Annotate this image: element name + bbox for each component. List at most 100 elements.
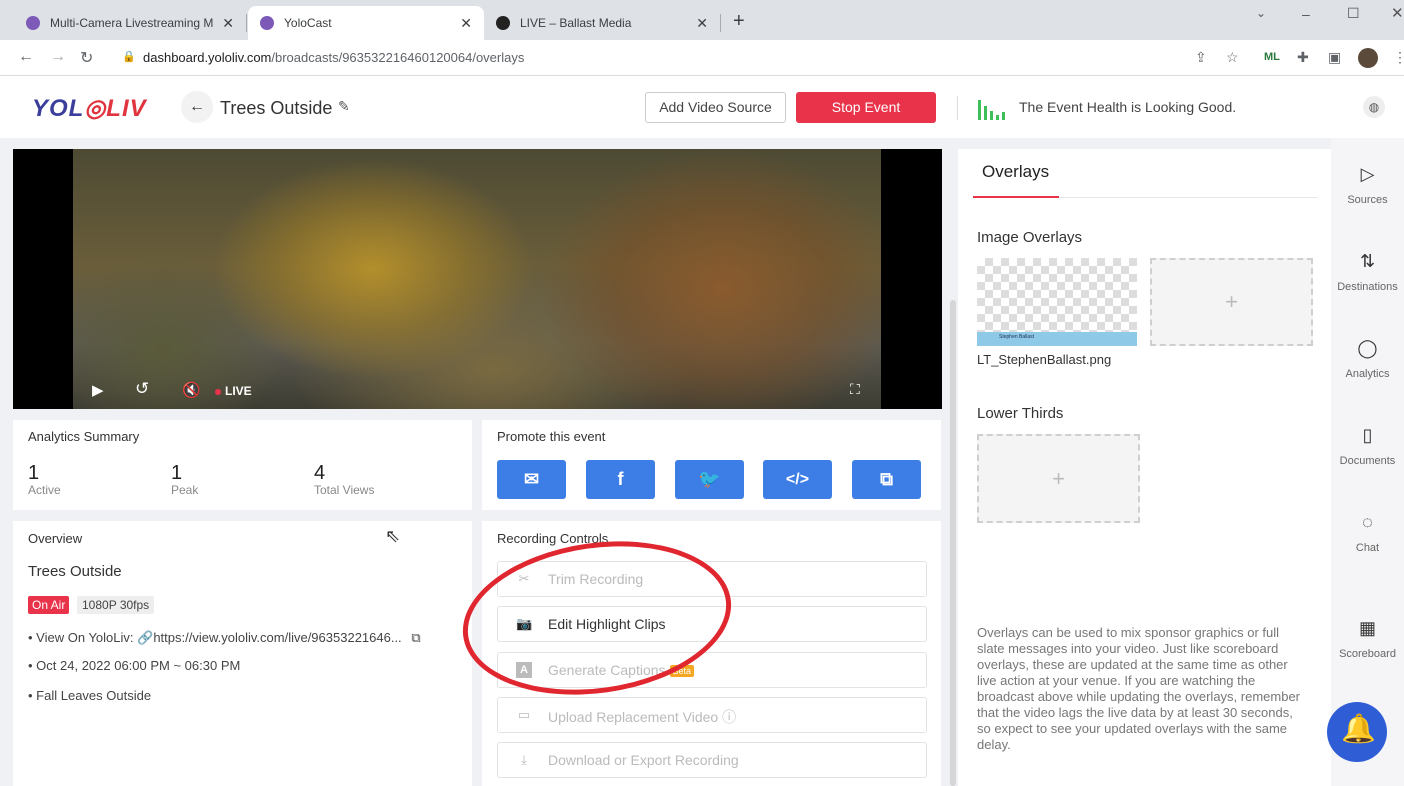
image-overlay-thumbnail[interactable]: Stephen Ballast: [977, 258, 1137, 346]
replay-icon[interactable]: ↺: [135, 379, 149, 399]
description-row: • Fall Leaves Outside: [28, 688, 152, 703]
stat-peak: 1 Peak: [171, 462, 198, 497]
chat-icon: ◌: [1362, 512, 1373, 532]
share-icon[interactable]: ⇪: [1195, 49, 1207, 66]
sidebar-item-label: Scoreboard: [1339, 648, 1396, 660]
logo-o-mark: ◎: [84, 95, 107, 122]
lock-icon[interactable]: 🔒: [122, 50, 136, 63]
browser-tab[interactable]: LIVE – Ballast Media ✕: [484, 6, 720, 40]
tab-overlays[interactable]: Overlays: [982, 162, 1049, 182]
side-panel-icon[interactable]: ▣: [1328, 49, 1341, 66]
notification-bell-button[interactable]: 🔔: [1327, 702, 1387, 762]
play-icon[interactable]: ▶: [92, 381, 104, 399]
tab-search-icon[interactable]: ⌄: [1256, 6, 1266, 20]
share-email-button[interactable]: ✉: [497, 460, 566, 499]
url-field[interactable]: dashboard.yololiv.com/broadcasts/9635322…: [143, 50, 524, 65]
analytics-summary-title: Analytics Summary: [28, 429, 140, 444]
stat-active: 1 Active: [28, 462, 61, 497]
tab-favicon-icon: [496, 16, 510, 30]
scoreboard-icon: ▦: [1358, 618, 1376, 638]
sidebar-item-sources[interactable]: ▷ Sources: [1331, 162, 1404, 206]
overlays-description: Overlays can be used to mix sponsor grap…: [977, 625, 1301, 752]
url-host: dashboard.yololiv.com: [143, 50, 272, 65]
plus-icon: +: [1225, 289, 1238, 314]
lower-thirds-heading: Lower Thirds: [977, 405, 1064, 422]
stop-event-button[interactable]: Stop Event: [796, 92, 936, 123]
scrollbar[interactable]: [950, 300, 956, 786]
upload-replacement-video-button[interactable]: ▭ Upload Replacement Video ⓘ: [497, 697, 927, 733]
mail-icon: ✉: [523, 469, 540, 489]
schedule-row: • Oct 24, 2022 06:00 PM ~ 06:30 PM: [28, 658, 241, 673]
back-button[interactable]: ←: [181, 91, 213, 123]
stat-label: Total Views: [314, 483, 375, 497]
tab-favicon-icon: [26, 16, 40, 30]
status-badge: On Air: [28, 596, 70, 614]
edit-pencil-icon[interactable]: ✎: [338, 98, 350, 115]
bookmark-star-icon[interactable]: ☆: [1226, 49, 1239, 66]
close-tab-icon[interactable]: ✕: [222, 15, 234, 32]
minimize-window-icon[interactable]: –: [1302, 6, 1310, 22]
maximize-window-icon[interactable]: ☐: [1347, 5, 1360, 22]
embed-code-button[interactable]: </>: [763, 460, 832, 499]
download-export-label: Download or Export Recording: [548, 752, 739, 768]
close-window-icon[interactable]: ✕: [1391, 4, 1404, 22]
live-dot: [215, 388, 221, 395]
extension-ml-icon[interactable]: ML: [1264, 51, 1280, 63]
url-path: /broadcasts/963532216460120064/overlays: [271, 50, 525, 65]
tab-favicon-icon: [260, 16, 274, 30]
mute-icon[interactable]: 🔇: [182, 381, 201, 399]
copy-icon: ⧉: [880, 469, 893, 489]
overview-event-name: Trees Outside: [28, 563, 122, 580]
mouse-pointer-icon: ⇖: [385, 526, 401, 546]
view-link[interactable]: https://view.yololiv.com/live/9635322164…: [153, 630, 401, 645]
profile-avatar[interactable]: [1358, 48, 1378, 68]
upload-replacement-label: Upload Replacement Video ⓘ: [548, 707, 736, 727]
plus-icon: +: [1052, 466, 1065, 491]
browser-tab-strip: Multi-Camera Livestreaming Mac ✕ YoloCas…: [0, 0, 1404, 40]
sidebar-item-destinations[interactable]: ⇅ Destinations: [1331, 249, 1404, 293]
live-indicator: LIVE: [215, 384, 252, 398]
stat-label: Peak: [171, 483, 199, 497]
browser-toolbar: ← → ↻ 🔒 dashboard.yololiv.com/broadcasts…: [0, 40, 1404, 76]
sidebar-item-chat[interactable]: ◌ Chat: [1331, 510, 1404, 554]
event-title: Trees Outside: [220, 98, 333, 118]
documents-icon: ▯: [1362, 425, 1373, 445]
yololiv-logo[interactable]: YOL◎LIV: [32, 94, 147, 123]
download-icon: ⤓: [521, 752, 527, 767]
fullscreen-icon[interactable]: ⛶: [850, 381, 860, 398]
extensions-puzzle-icon[interactable]: ✚: [1297, 49, 1309, 66]
browser-menu-icon[interactable]: ⋮: [1393, 49, 1404, 66]
sidebar-item-scoreboard[interactable]: ▦ Scoreboard: [1331, 616, 1404, 660]
compass-settings-icon[interactable]: ◍: [1363, 96, 1385, 118]
sidebar-item-label: Analytics: [1345, 368, 1390, 380]
health-signal-icon: [978, 96, 1008, 120]
sidebar-item-label: Documents: [1339, 455, 1396, 467]
tab-title: Multi-Camera Livestreaming Mac: [50, 16, 215, 30]
add-video-source-button[interactable]: Add Video Source: [645, 92, 786, 123]
add-image-overlay-button[interactable]: +: [1150, 258, 1313, 346]
sidebar-item-analytics[interactable]: ◯ Analytics: [1331, 336, 1404, 380]
close-tab-icon[interactable]: ✕: [460, 15, 472, 32]
copy-link-button[interactable]: ⧉: [852, 460, 921, 499]
back-arrow-icon[interactable]: ←: [18, 48, 34, 66]
download-export-button[interactable]: ⤓ Download or Export Recording: [497, 742, 927, 778]
new-tab-button[interactable]: +: [733, 10, 745, 33]
embed-code-icon: </>: [785, 471, 810, 488]
share-twitter-button[interactable]: 🐦: [675, 460, 744, 499]
close-tab-icon[interactable]: ✕: [696, 15, 708, 32]
sidebar-item-documents[interactable]: ▯ Documents: [1331, 423, 1404, 467]
add-lower-third-button[interactable]: +: [977, 434, 1140, 523]
sidebar-item-label: Sources: [1347, 194, 1388, 206]
schedule-text: Oct 24, 2022 06:00 PM ~ 06:30 PM: [36, 658, 241, 673]
browser-tab-active[interactable]: YoloCast ✕: [248, 6, 484, 40]
reload-icon[interactable]: ↻: [80, 48, 93, 68]
help-icon[interactable]: ⓘ: [722, 709, 736, 725]
browser-tab[interactable]: Multi-Camera Livestreaming Mac ✕: [14, 6, 246, 40]
lower-third-band: Stephen Ballast: [977, 332, 1137, 346]
video-player[interactable]: [13, 149, 942, 409]
sidebar-item-label: Chat: [1355, 542, 1380, 554]
bell-icon: 🔔: [1341, 713, 1376, 744]
share-facebook-button[interactable]: f: [586, 460, 655, 499]
copy-icon[interactable]: ⧉: [411, 630, 420, 645]
forward-arrow-icon[interactable]: →: [50, 48, 66, 66]
